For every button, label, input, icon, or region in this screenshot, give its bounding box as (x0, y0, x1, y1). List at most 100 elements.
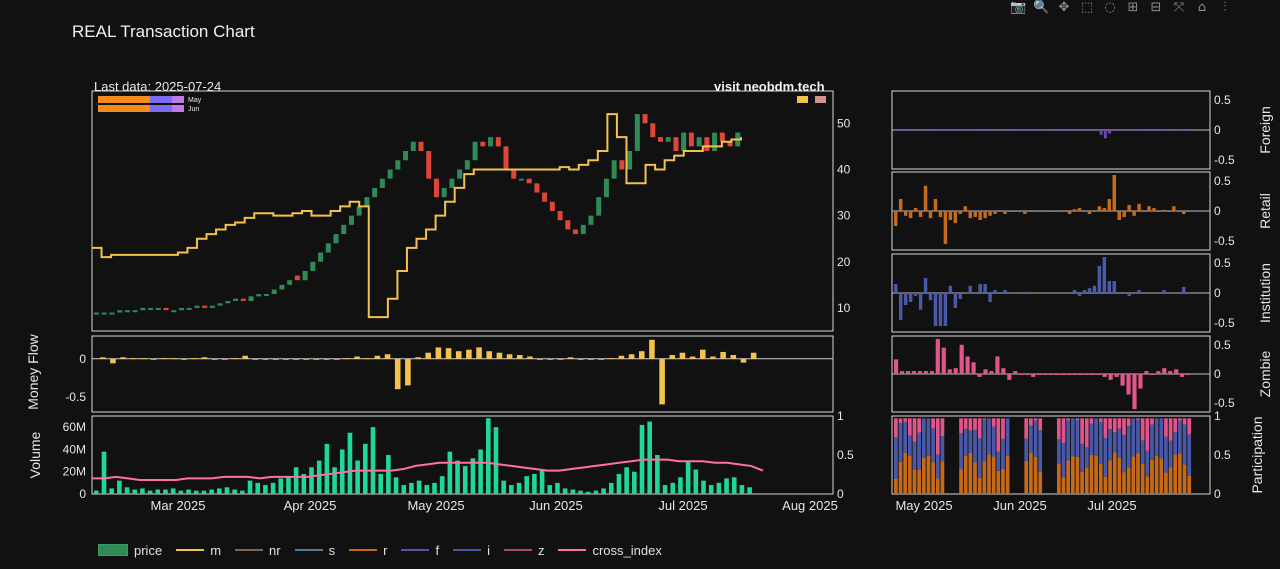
legend-item-i[interactable]: i (453, 543, 490, 558)
volume-bar (155, 489, 161, 494)
reset-icon[interactable]: ⌂ (1194, 1, 1210, 15)
participation-bar-z (1024, 418, 1029, 439)
participation-bar-i (1061, 443, 1066, 478)
foreign-bar (948, 130, 952, 131)
camera-icon[interactable]: 📷 (1010, 1, 1026, 15)
left-x-tick: May 2025 (407, 498, 464, 513)
volume-bar (662, 485, 668, 494)
money-flow-bar (232, 358, 238, 360)
retail-bar (993, 211, 997, 214)
participation-bar-z (935, 418, 940, 455)
price-candle (688, 132, 694, 147)
participation-bar-r (1005, 455, 1010, 494)
foreign-bar (990, 130, 994, 131)
legend-item-s[interactable]: s (294, 543, 335, 558)
participation-bar-z (1089, 418, 1094, 424)
pan-icon[interactable]: ✥ (1056, 1, 1072, 15)
foreign-bar (1024, 130, 1028, 131)
money-flow-bar (506, 354, 513, 359)
participation-bar-z (1029, 418, 1033, 426)
zombie-bar (911, 371, 917, 374)
legend-item-r[interactable]: r (349, 543, 387, 558)
zombie-bar (1001, 368, 1006, 374)
zombie-bar (1174, 369, 1179, 374)
foreign-bar (1183, 130, 1187, 131)
price-candle (596, 197, 602, 216)
legend-label: r (383, 542, 388, 558)
price-y-tick: 40 (837, 162, 851, 176)
retail-bar (933, 199, 938, 211)
volume-bar (678, 477, 683, 494)
volume-bar (101, 451, 107, 494)
volume-y-tick: 0 (79, 487, 86, 501)
retail-y-tick: -0.5 (1214, 234, 1235, 248)
foreign-bar (969, 130, 973, 131)
money-flow-bar (618, 355, 625, 359)
right-x-tick: May 2025 (895, 498, 952, 513)
box-select-icon[interactable]: ⬚ (1079, 1, 1095, 15)
price-candle (171, 310, 177, 313)
institution-bar (998, 293, 1002, 294)
foreign-bar (1057, 130, 1061, 131)
volume-bar (332, 467, 337, 494)
money-flow-bar (415, 357, 421, 359)
volume-bar (232, 489, 237, 494)
participation-bar-i (1070, 418, 1075, 457)
month-swatch-orange (98, 105, 150, 112)
money-flow-y-tick: 0 (79, 352, 86, 366)
zoom-out-icon[interactable]: ⊟ (1148, 1, 1164, 15)
price-y-tick: 30 (837, 209, 851, 223)
legend-item-price[interactable]: price (98, 543, 162, 558)
legend-item-cross_index[interactable]: cross_index (558, 543, 662, 558)
zombie-bar (1168, 371, 1173, 374)
volume-bar (393, 477, 399, 494)
money-flow-bar (466, 349, 472, 359)
institution-bar (973, 293, 977, 294)
zombie-bar (1102, 374, 1107, 377)
retail-bar (1162, 209, 1166, 211)
foreign-bar (1053, 130, 1057, 131)
zoom-icon[interactable]: 🔍 (1033, 1, 1049, 15)
autoscale-icon[interactable]: ⤧ (1171, 1, 1187, 15)
retail-bar (1167, 211, 1171, 212)
main-chart-svg: 1020304050Last data: 2025-07-24 visit neo… (25, 79, 1273, 513)
foreign-bar (1007, 130, 1011, 131)
money-flow-bar (537, 358, 543, 360)
legend-item-f[interactable]: f (401, 543, 439, 558)
money-flow-bar (313, 358, 320, 360)
retail-bar (1097, 206, 1102, 211)
participation-bar-i (1080, 443, 1084, 472)
legend-item-z[interactable]: z (503, 543, 544, 558)
foreign-bar (935, 130, 939, 131)
money-flow-bar (740, 358, 747, 363)
participation-bar-r (931, 462, 935, 494)
retail-bar (938, 211, 943, 217)
participation-bar-i (1098, 421, 1103, 464)
legend-item-m[interactable]: m (176, 543, 221, 558)
institution-bar (1013, 293, 1017, 294)
foreign-bar (1036, 130, 1040, 131)
foreign-bar (919, 130, 923, 131)
participation-bar-r (1038, 471, 1043, 494)
price-candle (240, 298, 246, 301)
plotly-logo-icon[interactable]: ⫶ (1217, 1, 1233, 15)
money-flow-bar (598, 358, 604, 360)
retail-bar (963, 206, 968, 211)
participation-bar-i (1005, 418, 1010, 456)
price-y-tick: 20 (837, 255, 851, 269)
lasso-icon[interactable]: ◌ (1102, 1, 1118, 15)
participation-bar-i (1029, 425, 1033, 453)
money-flow-bar (527, 356, 533, 359)
retail-bar (1018, 211, 1022, 212)
price-candle (279, 284, 285, 290)
institution-bar (898, 293, 903, 320)
volume-bar (608, 482, 614, 494)
zoom-in-icon[interactable]: ⊞ (1125, 1, 1141, 15)
foreign-bar (1082, 130, 1086, 131)
foreign-bar (1078, 130, 1082, 131)
legend-item-nr[interactable]: nr (235, 543, 281, 558)
left-x-tick: Jul 2025 (658, 498, 707, 513)
money-flow-bar (588, 358, 594, 360)
money-flow-bar (547, 358, 554, 360)
zombie-bar (1037, 374, 1042, 375)
